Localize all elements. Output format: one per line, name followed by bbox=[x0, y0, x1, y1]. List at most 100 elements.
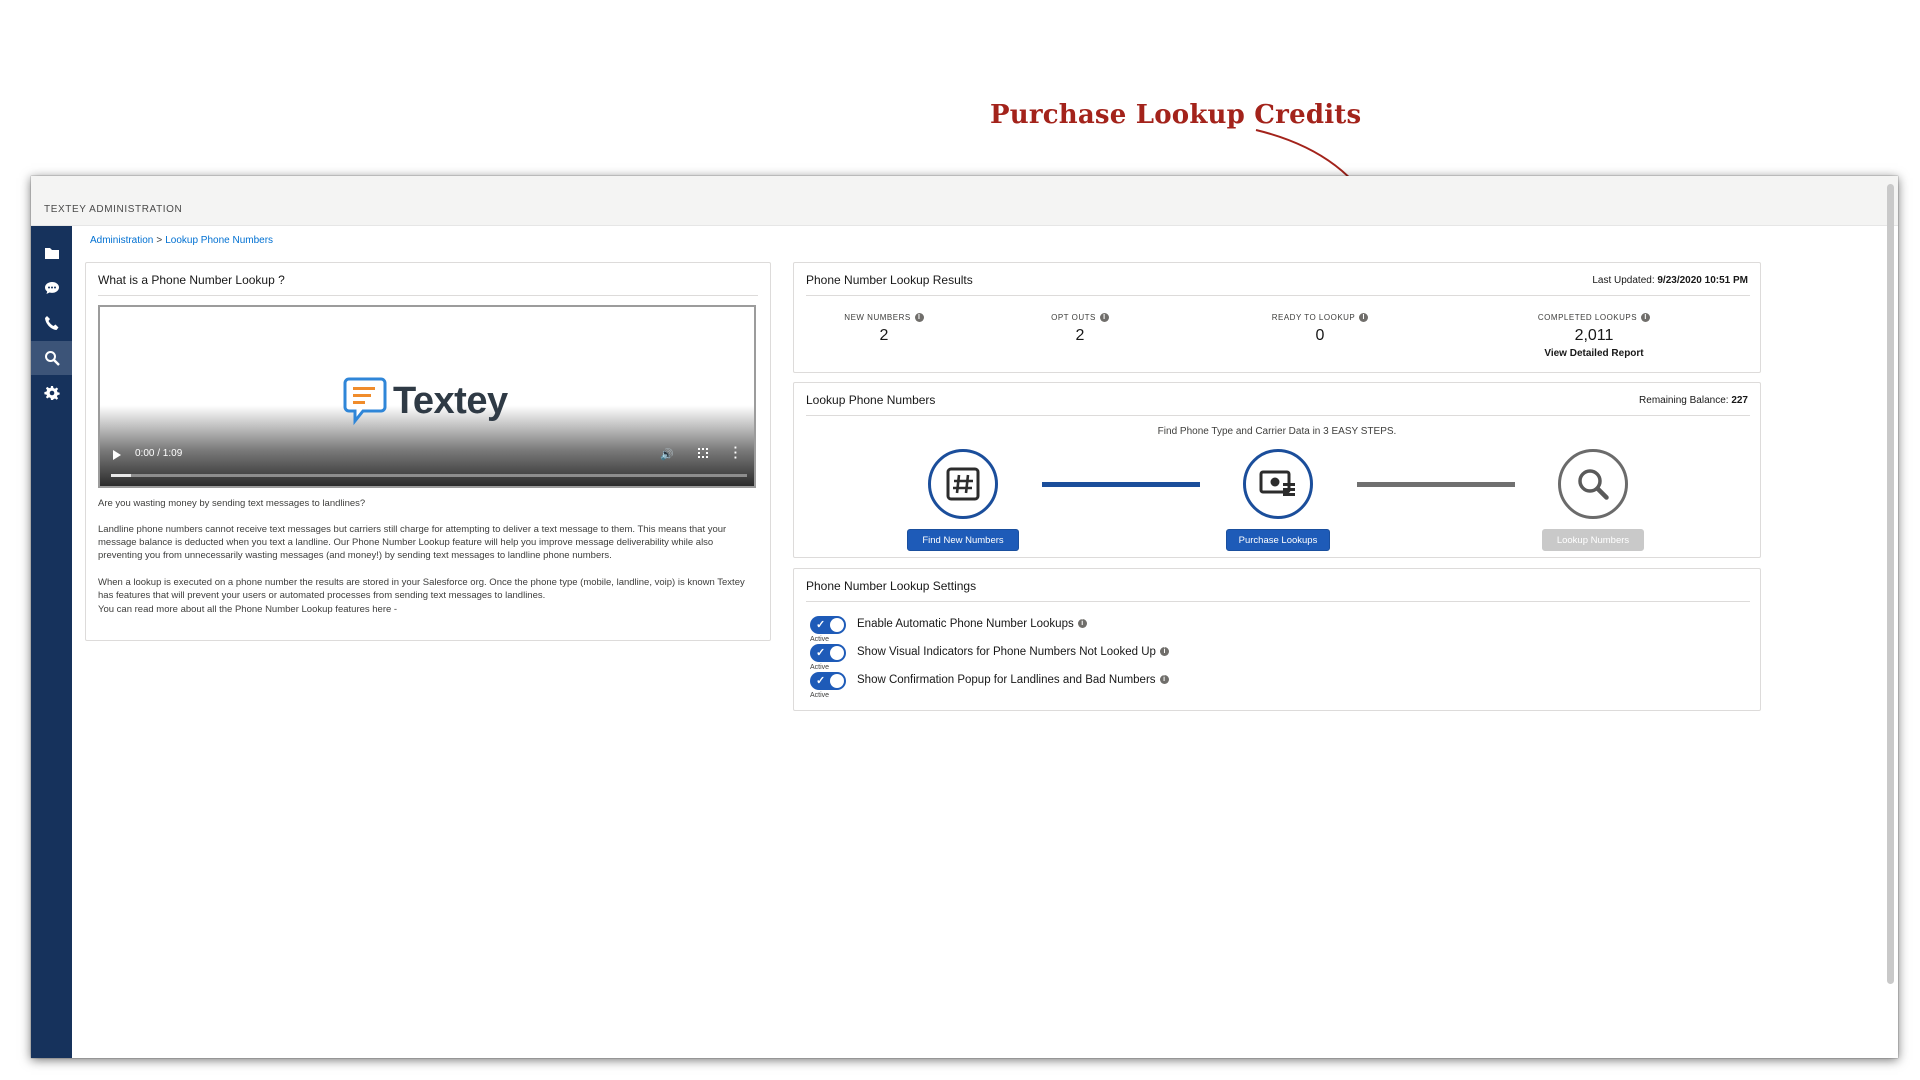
settings-card-title: Phone Number Lookup Settings bbox=[806, 579, 977, 593]
toggle-state: Active bbox=[810, 636, 830, 643]
sms-icon bbox=[44, 282, 59, 294]
breadcrumb-root[interactable]: Administration bbox=[90, 235, 153, 246]
step-find-circle bbox=[928, 449, 998, 519]
info-paragraph: When a lookup is executed on a phone num… bbox=[98, 577, 745, 601]
divider bbox=[806, 601, 1750, 602]
play-icon[interactable] bbox=[113, 450, 121, 460]
last-updated-value: 9/23/2020 10:51 PM bbox=[1657, 275, 1748, 286]
toggle-knob bbox=[830, 618, 844, 632]
info-card: What is a Phone Number Lookup ? Textey 0… bbox=[85, 262, 771, 641]
lookup-card-title: Lookup Phone Numbers bbox=[806, 393, 936, 407]
phone-icon bbox=[44, 316, 58, 330]
volume-icon[interactable]: 🔊 bbox=[660, 448, 674, 461]
textey-logo: Textey bbox=[343, 375, 508, 427]
check-icon: ✓ bbox=[816, 647, 826, 659]
setting-label: Show Visual Indicators for Phone Numbers… bbox=[857, 646, 1169, 658]
info-icon[interactable]: i bbox=[1099, 313, 1109, 323]
stat-new-numbers: NEW NUMBERS i 2 bbox=[834, 313, 934, 345]
last-updated: Last Updated: 9/23/2020 10:51 PM bbox=[1592, 275, 1748, 286]
sidebar-item-phone[interactable] bbox=[31, 306, 72, 340]
auto-lookups-toggle[interactable]: ✓ bbox=[810, 616, 846, 634]
setting-label-text: Show Visual Indicators for Phone Numbers… bbox=[857, 646, 1156, 658]
find-new-numbers-button[interactable]: Find New Numbers bbox=[907, 529, 1019, 551]
results-card-title: Phone Number Lookup Results bbox=[806, 273, 973, 287]
breadcrumb-current[interactable]: Lookup Phone Numbers bbox=[165, 235, 273, 246]
sidebar bbox=[31, 226, 72, 1058]
stat-label: READY TO LOOKUP bbox=[1271, 313, 1356, 322]
check-icon: ✓ bbox=[816, 619, 826, 631]
stat-ready-to-lookup: READY TO LOOKUP i 0 bbox=[1250, 313, 1390, 345]
textey-chat-icon bbox=[343, 377, 387, 426]
breadcrumb: Administration > Lookup Phone Numbers bbox=[90, 235, 273, 246]
divider bbox=[806, 415, 1750, 416]
info-paragraph: You can read more about all the Phone Nu… bbox=[98, 604, 398, 615]
logo-text: Textey bbox=[393, 379, 508, 422]
lookup-numbers-button[interactable]: Lookup Numbers bbox=[1542, 529, 1644, 551]
setting-label: Enable Automatic Phone Number Lookups i bbox=[857, 618, 1087, 630]
last-updated-label: Last Updated: bbox=[1592, 275, 1655, 286]
sidebar-item-sms[interactable] bbox=[31, 271, 72, 305]
video-player[interactable]: Textey 0:00 / 1:09 🔊 · · · bbox=[98, 305, 756, 488]
toggle-knob bbox=[830, 674, 844, 688]
purchase-lookups-button[interactable]: Purchase Lookups bbox=[1226, 529, 1330, 551]
settings-card: Phone Number Lookup Settings ✓ Active En… bbox=[793, 568, 1761, 711]
visual-indicators-toggle[interactable]: ✓ bbox=[810, 644, 846, 662]
folder-icon bbox=[44, 248, 59, 259]
app-title: TEXTEY ADMINISTRATION bbox=[44, 204, 183, 215]
view-report-link[interactable]: View Detailed Report bbox=[1514, 348, 1674, 359]
video-controls: 0:00 / 1:09 🔊 · · · bbox=[100, 436, 754, 486]
info-icon[interactable]: i bbox=[1077, 619, 1087, 629]
stat-completed-lookups: COMPLETED LOOKUPS i 2,011 View Detailed R… bbox=[1514, 313, 1674, 359]
divider bbox=[98, 295, 758, 296]
breadcrumb-separator: > bbox=[156, 235, 163, 246]
divider bbox=[806, 295, 1750, 296]
scrollbar[interactable] bbox=[1887, 184, 1894, 984]
info-paragraph: Are you wasting money by sending text me… bbox=[98, 498, 366, 509]
setting-label-text: Show Confirmation Popup for Landlines an… bbox=[857, 674, 1156, 686]
step-connector bbox=[1042, 482, 1200, 487]
info-icon[interactable]: i bbox=[1159, 647, 1169, 657]
money-icon bbox=[1259, 470, 1295, 496]
gear-icon bbox=[43, 386, 60, 400]
sidebar-item-settings[interactable] bbox=[31, 376, 72, 410]
info-icon[interactable]: i bbox=[1359, 313, 1369, 323]
app-header: TEXTEY ADMINISTRATION bbox=[31, 176, 1898, 226]
sidebar-item-folder[interactable] bbox=[31, 236, 72, 270]
stat-label: NEW NUMBERS bbox=[844, 313, 911, 322]
info-icon[interactable]: i bbox=[914, 313, 924, 323]
check-icon: ✓ bbox=[816, 675, 826, 687]
video-time: 0:00 / 1:09 bbox=[135, 448, 183, 459]
info-card-title: What is a Phone Number Lookup ? bbox=[98, 273, 285, 287]
step-lookup-circle bbox=[1558, 449, 1628, 519]
fullscreen-icon[interactable] bbox=[698, 448, 708, 458]
sidebar-item-search[interactable] bbox=[31, 341, 72, 375]
stat-value: 2 bbox=[879, 327, 889, 345]
toggle-state: Active bbox=[810, 664, 830, 671]
stat-label: OPT OUTS bbox=[1051, 313, 1096, 322]
setting-label: Show Confirmation Popup for Landlines an… bbox=[857, 674, 1169, 686]
stat-opt-outs: OPT OUTS i 2 bbox=[1030, 313, 1130, 345]
confirmation-popup-toggle[interactable]: ✓ bbox=[810, 672, 846, 690]
balance-value: 227 bbox=[1731, 395, 1748, 406]
annotation-callout: Purchase Lookup Credits bbox=[990, 100, 1362, 130]
stat-value: 2,011 bbox=[1574, 327, 1614, 345]
search-icon bbox=[44, 351, 60, 366]
toggle-knob bbox=[830, 646, 844, 660]
toggle-state: Active bbox=[810, 692, 830, 699]
step-connector bbox=[1357, 482, 1515, 487]
app-window: TEXTEY ADMINISTRATION Administration > Loo… bbox=[31, 176, 1898, 1058]
more-options-icon[interactable]: · · · bbox=[734, 441, 738, 464]
stat-value: 0 bbox=[1315, 327, 1325, 345]
balance-label: Remaining Balance: bbox=[1639, 395, 1729, 406]
video-progress-fill bbox=[111, 474, 131, 477]
info-icon[interactable]: i bbox=[1159, 675, 1169, 685]
stat-label: COMPLETED LOOKUPS bbox=[1537, 313, 1638, 322]
info-icon[interactable]: i bbox=[1641, 313, 1651, 323]
hash-icon bbox=[946, 467, 980, 501]
instructions: Find Phone Type and Carrier Data in 3 EA… bbox=[1157, 426, 1397, 437]
results-card: Phone Number Lookup Results Last Updated… bbox=[793, 262, 1761, 373]
magnifier-icon bbox=[1578, 469, 1609, 500]
video-progress-bar[interactable] bbox=[111, 474, 747, 477]
lookup-card: Lookup Phone Numbers Remaining Balance: … bbox=[793, 382, 1761, 558]
step-purchase-circle bbox=[1243, 449, 1313, 519]
